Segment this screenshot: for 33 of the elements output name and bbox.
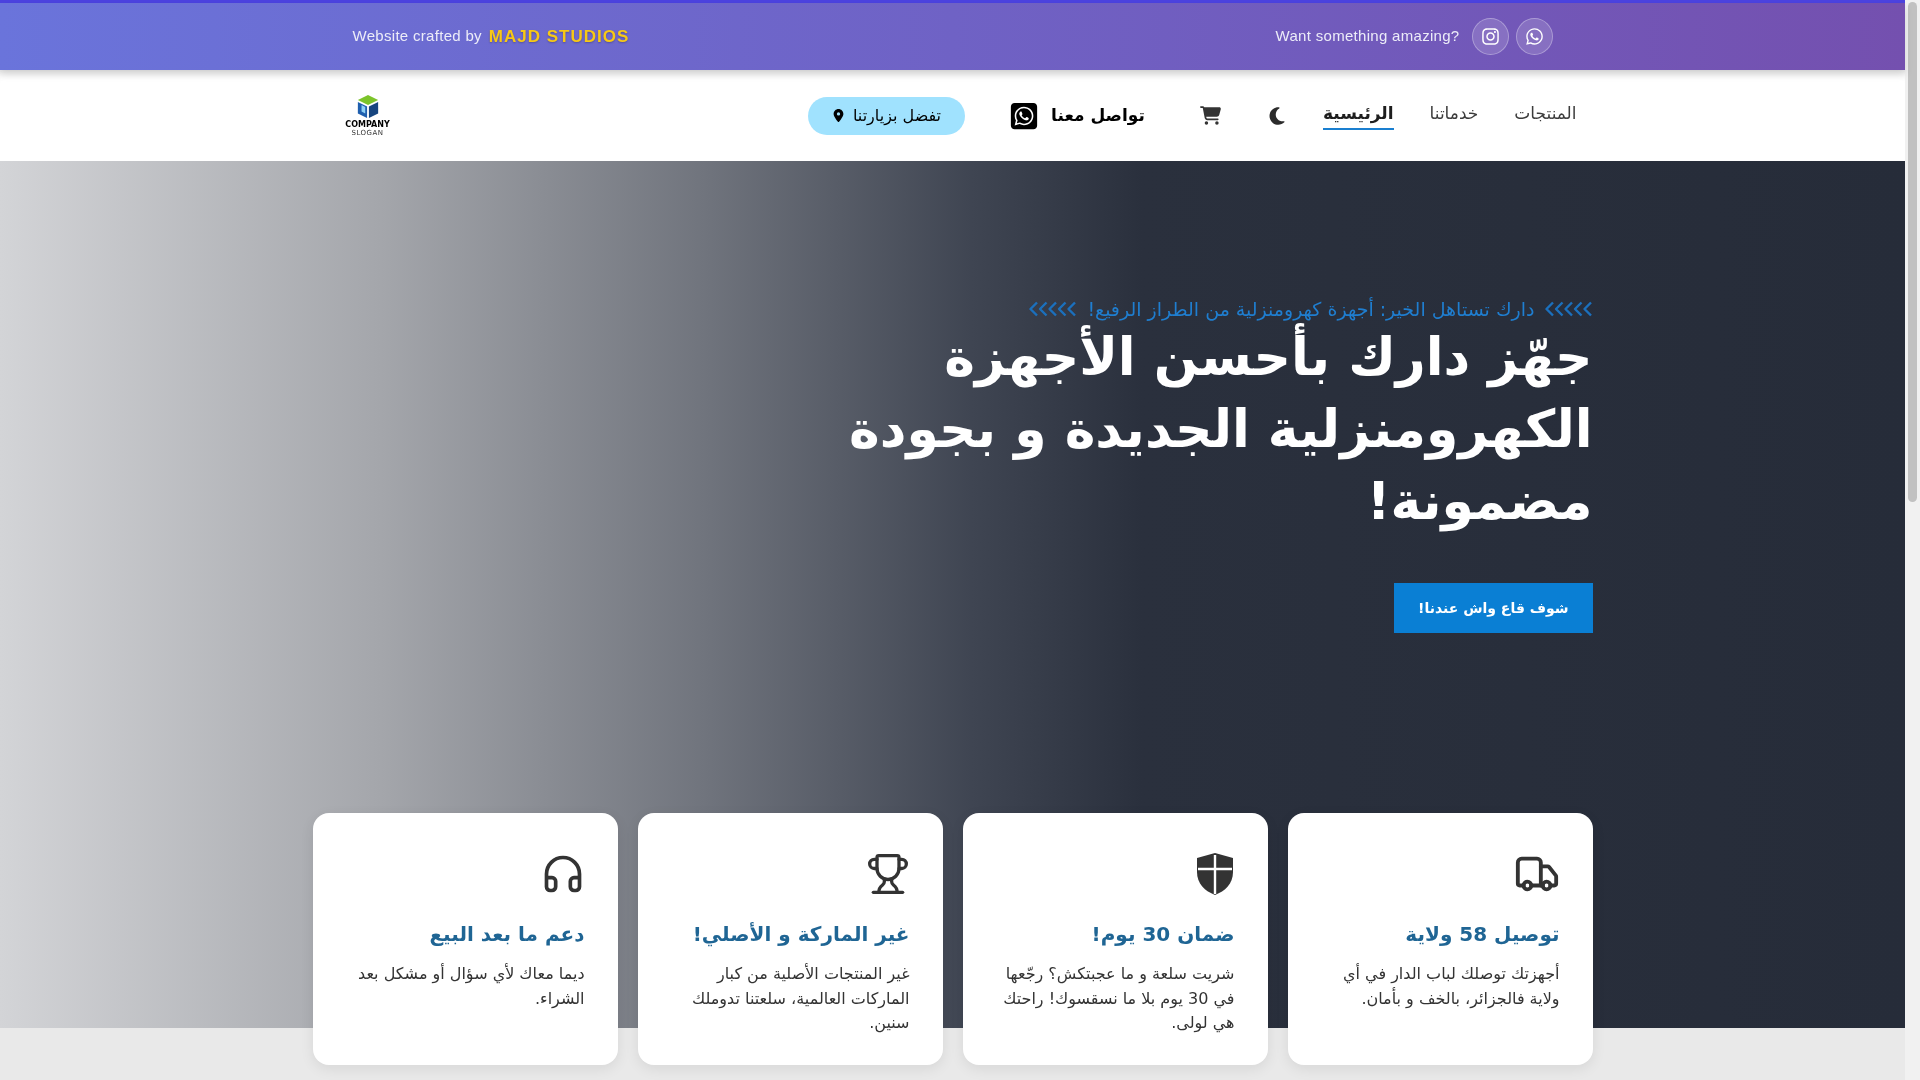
- nav-link[interactable]: خدماتنا: [1429, 101, 1479, 130]
- feature-title: ضمان 30 يوم!: [1091, 921, 1235, 948]
- instagram-button[interactable]: [1471, 18, 1509, 55]
- logo-name: COMPANY: [345, 120, 390, 129]
- whatsapp-icon: [1524, 27, 1544, 46]
- hero-heading: جهّز دارك بأحسن الأجهزة الكهرومنزلية الجديدة و بجودة مضمونة!: [802, 321, 1593, 537]
- hero-tagline: دارك تستاهل الخير: أجهزة كهرومنزلية من الطراز الرفيع!: [1087, 297, 1535, 321]
- feature-description: أجهزتك توصلك لباب الدار في أي ولاية فالجزائر، بالخف و بأمان.: [1342, 962, 1560, 1011]
- chevrons-icon: [1029, 301, 1078, 317]
- nav-link[interactable]: المنتجات: [1514, 101, 1577, 130]
- feature-description: ديما معاك لأي سؤال أو مشكل بعد الشراء.: [357, 962, 585, 1010]
- feature-title: توصيل 58 ولاية: [1405, 921, 1560, 948]
- visit-button[interactable]: تفضل بزيارتنا: [807, 96, 966, 135]
- instagram-icon: [1480, 27, 1500, 46]
- prompt-text: Want something amazing?: [1275, 26, 1460, 47]
- feature-description: شريت سلعة و ما عجبتكش؟ رجّعها في 30 يوم بلا ما نسقسوك! راحتك هي لولى.: [1002, 963, 1235, 1035]
- cta-button[interactable]: شوف قاع واش عندنا!: [1394, 583, 1593, 633]
- feature-title: غير الماركة و الأصلي!: [692, 921, 910, 949]
- feature-title: دعم ما بعد البيع: [429, 921, 585, 948]
- feature-description: غير المنتجات الأصلية من كبار الماركات العالمية، سلعتنا تدوملك سنين.: [691, 962, 910, 1035]
- scrollbar[interactable]: [1905, 0, 1920, 1080]
- cube-logo-icon: [355, 94, 380, 119]
- cart-button[interactable]: [1199, 105, 1221, 126]
- cart-icon: [1199, 105, 1221, 126]
- shield-icon: [1194, 852, 1235, 896]
- trophy-icon: [865, 852, 910, 896]
- nav-link[interactable]: الرئيسية: [1322, 101, 1394, 130]
- chevrons-icon: [1544, 301, 1593, 317]
- whatsapp-icon: [1009, 100, 1040, 131]
- credit-text: Website crafted by: [352, 26, 482, 47]
- contact-link[interactable]: تواصل معنا: [1009, 100, 1145, 131]
- map-pin-icon: [831, 109, 845, 122]
- whatsapp-button[interactable]: [1515, 18, 1553, 55]
